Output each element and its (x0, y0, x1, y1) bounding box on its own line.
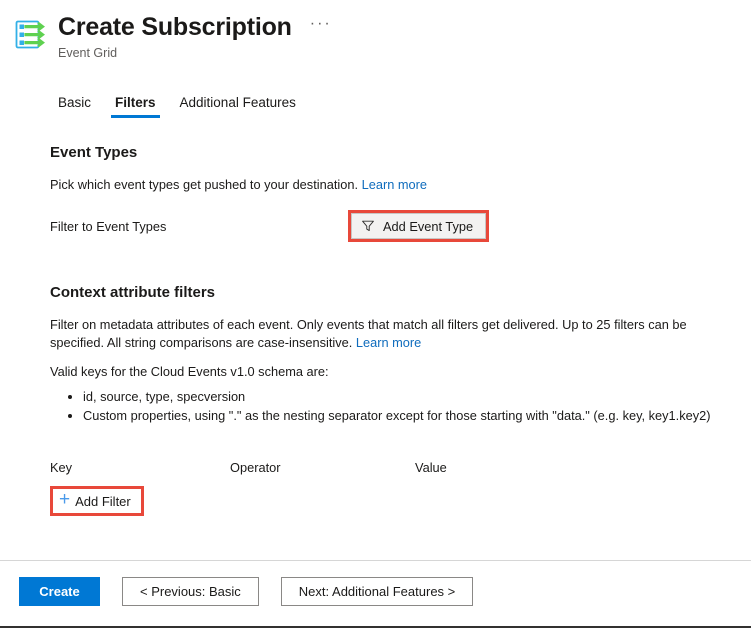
tab-basic[interactable]: Basic (46, 91, 103, 118)
tab-bar: Basic Filters Additional Features (46, 91, 751, 118)
event-grid-icon (14, 18, 48, 52)
add-event-type-button[interactable]: Add Event Type (351, 213, 487, 239)
column-header-operator: Operator (230, 460, 281, 475)
more-options-icon[interactable]: ··· (310, 16, 332, 36)
context-filters-description: Filter on metadata attributes of each ev… (50, 316, 710, 352)
column-header-key: Key (50, 460, 73, 475)
context-filters-learn-more-link[interactable]: Learn more (356, 335, 421, 350)
previous-basic-button[interactable]: < Previous: Basic (122, 577, 259, 606)
filter-to-event-types-row: Filter to Event Types Add Event Type (50, 210, 751, 242)
event-types-learn-more-link[interactable]: Learn more (362, 177, 427, 192)
filters-table-header: Key Operator Value (50, 460, 751, 475)
context-attribute-filters-heading: Context attribute filters (50, 284, 216, 301)
footer-action-bar: Create < Previous: Basic Next: Additiona… (0, 561, 751, 624)
page-title: Create Subscription (58, 13, 292, 41)
add-filter-button-label: Add Filter (75, 493, 131, 509)
add-filter-button[interactable]: + Add Filter (53, 489, 141, 513)
list-item: Custom properties, using "." as the nest… (83, 406, 751, 425)
valid-keys-intro: Valid keys for the Cloud Events v1.0 sch… (50, 364, 329, 379)
add-event-type-button-label: Add Event Type (383, 218, 474, 234)
add-filter-wrap: + Add Filter (50, 486, 751, 516)
add-event-type-highlight: Add Event Type (348, 210, 490, 242)
page-header: Create Subscription ··· Event Grid (0, 0, 751, 61)
header-text-block: Create Subscription ··· Event Grid (58, 12, 332, 61)
next-additional-features-button[interactable]: Next: Additional Features > (280, 577, 474, 606)
page-subtitle: Event Grid (58, 46, 118, 60)
list-item: id, source, type, specversion (83, 387, 751, 406)
plus-icon: + (59, 489, 71, 510)
create-button[interactable]: Create (19, 577, 100, 606)
filter-to-event-types-label: Filter to Event Types (50, 218, 167, 234)
tab-filters[interactable]: Filters (103, 91, 168, 118)
event-types-heading: Event Types (50, 144, 138, 161)
title-row: Create Subscription ··· (58, 12, 332, 42)
main-content: Event Types Pick which event types get p… (0, 144, 751, 516)
column-header-value: Value (415, 460, 447, 475)
valid-keys-list: id, source, type, specversion Custom pro… (50, 387, 751, 425)
event-types-description-text: Pick which event types get pushed to you… (50, 177, 359, 192)
add-filter-highlight: + Add Filter (50, 486, 144, 516)
tab-additional-features[interactable]: Additional Features (168, 91, 308, 118)
event-types-description: Pick which event types get pushed to you… (50, 176, 710, 194)
filter-funnel-icon (361, 219, 375, 233)
